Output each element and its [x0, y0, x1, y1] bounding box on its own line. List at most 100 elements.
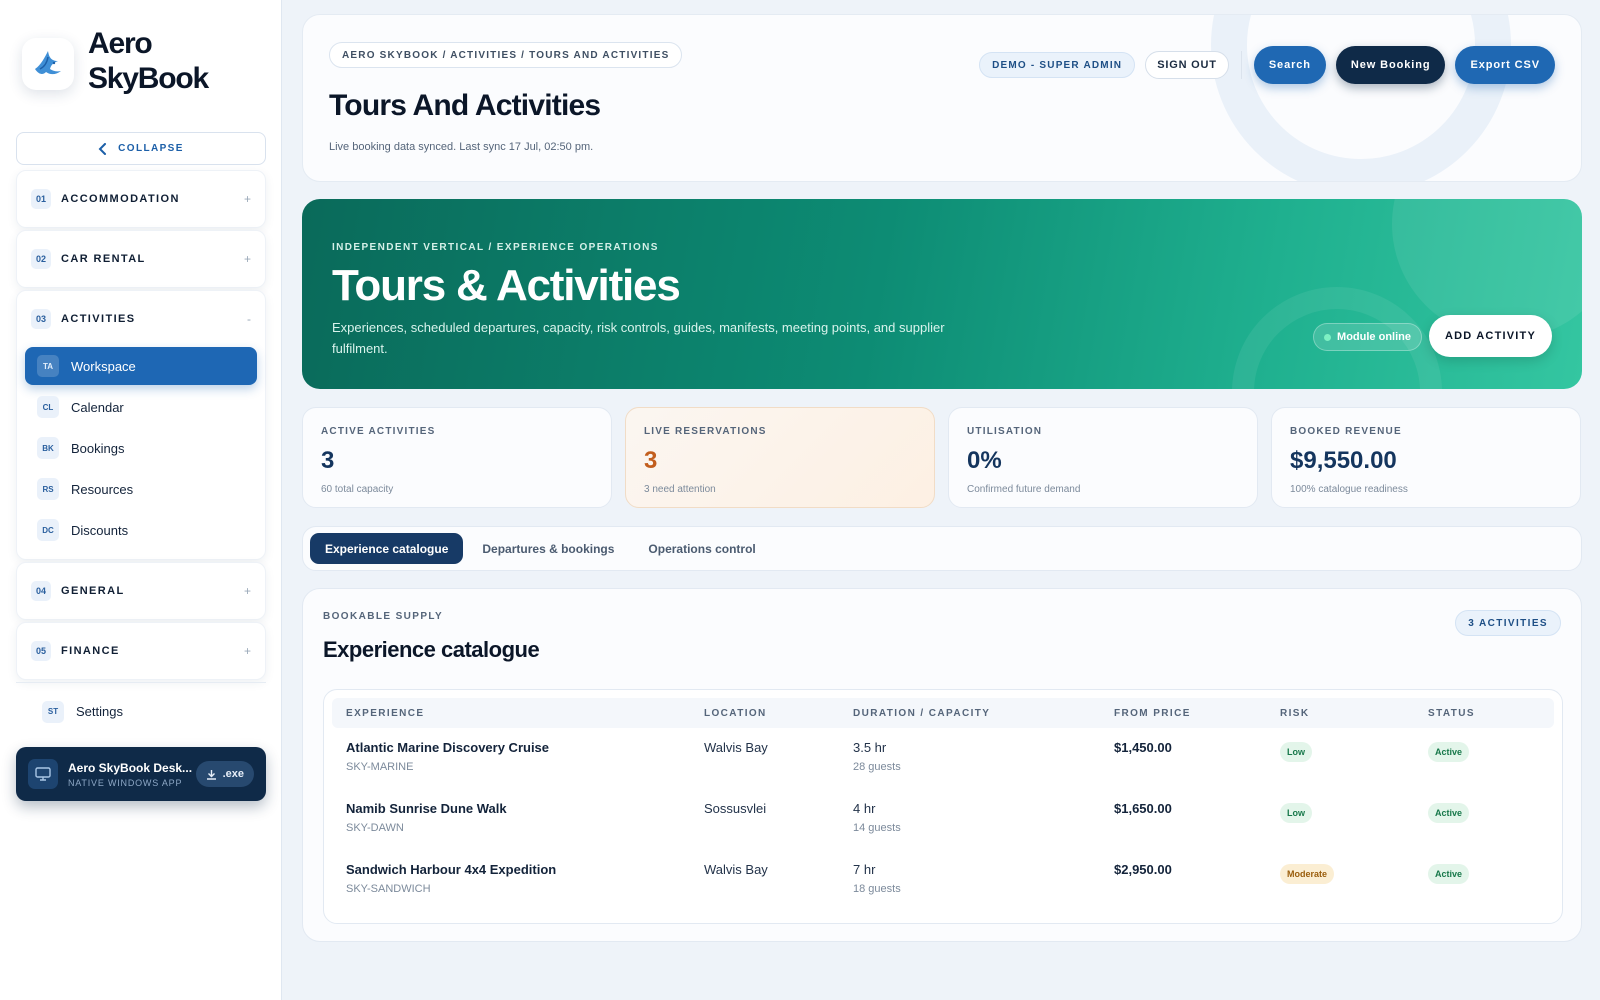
sync-status: Live booking data synced. Last sync 17 J…	[329, 141, 594, 153]
sidebar-item-settings[interactable]: ST Settings	[16, 682, 266, 740]
section-label: CAR RENTAL	[61, 253, 146, 265]
download-icon	[206, 769, 216, 780]
risk-badge: Low	[1280, 742, 1312, 762]
brand-logo-icon	[22, 38, 74, 90]
experience-name[interactable]: Sandwich Harbour 4x4 Expedition	[346, 862, 704, 877]
item-code: TA	[37, 355, 59, 377]
experience-name[interactable]: Atlantic Marine Discovery Cruise	[346, 740, 704, 755]
nav-section-accommodation[interactable]: 01 ACCOMMODATION +	[16, 170, 266, 228]
item-code: RS	[37, 478, 59, 500]
experience-code: SKY-DAWN	[346, 822, 404, 834]
column-header[interactable]: EXPERIENCE	[332, 708, 704, 719]
nav-section-general[interactable]: 04 GENERAL +	[16, 562, 266, 620]
stat-card-utilisation: UTILISATION 0% Confirmed future demand	[948, 407, 1258, 508]
status-badge: Active	[1428, 864, 1470, 884]
duration: 3.5 hr	[853, 740, 887, 755]
stat-subtext: 100% catalogue readiness	[1290, 484, 1408, 495]
expand-icon[interactable]: +	[244, 584, 251, 598]
stat-card-booked-revenue: BOOKED REVENUE $9,550.00 100% catalogue …	[1271, 407, 1581, 508]
section-number: 03	[31, 309, 51, 329]
stat-subtext: 3 need attention	[644, 484, 716, 495]
section-number: 04	[31, 581, 51, 601]
capacity: 28 guests	[853, 761, 901, 773]
stat-card-live-reservations: LIVE RESERVATIONS 3 3 need attention	[625, 407, 935, 508]
desktop-app-card: Aero SkyBook Desk... NATIVE WINDOWS APP …	[16, 747, 266, 801]
desktop-app-title: Aero SkyBook Desk...	[68, 760, 193, 775]
module-status-label: Module online	[1337, 331, 1411, 343]
table-row[interactable]: Atlantic Marine Discovery Cruise SKY-MAR…	[332, 728, 1554, 789]
hero-banner: INDEPENDENT VERTICAL / EXPERIENCE OPERAT…	[302, 199, 1582, 389]
status-badge: Active	[1428, 803, 1470, 823]
search-button[interactable]: Search	[1253, 46, 1326, 84]
collapse-button[interactable]: COLLAPSE	[16, 132, 266, 165]
from-price: $1,650.00	[1114, 801, 1172, 816]
hero-description: Experiences, scheduled departures, capac…	[332, 320, 945, 356]
section-label: FINANCE	[61, 645, 120, 657]
download-exe-button[interactable]: .exe	[195, 761, 254, 787]
sidebar-item-calendar[interactable]: CL Calendar	[25, 388, 257, 426]
location: Walvis Bay	[704, 740, 768, 755]
column-header[interactable]: DURATION / CAPACITY	[853, 708, 1114, 719]
sidebar-item-resources[interactable]: RS Resources	[25, 470, 257, 508]
section-label: ACCOMMODATION	[61, 193, 180, 205]
stat-label: ACTIVE ACTIVITIES	[321, 426, 436, 437]
new-booking-button[interactable]: New Booking	[1335, 46, 1446, 84]
stat-subtext: 60 total capacity	[321, 484, 394, 495]
item-code: CL	[37, 396, 59, 418]
sign-out-button[interactable]: SIGN OUT	[1145, 51, 1229, 79]
divider	[1240, 51, 1242, 79]
location: Walvis Bay	[704, 862, 768, 877]
item-label: Bookings	[71, 440, 125, 456]
collapse-label: COLLAPSE	[118, 143, 184, 154]
desktop-app-subtitle: NATIVE WINDOWS APP	[68, 777, 183, 788]
column-header[interactable]: RISK	[1280, 708, 1428, 719]
table-row[interactable]: Namib Sunrise Dune Walk SKY-DAWN Sossusv…	[332, 789, 1554, 850]
module-status-badge: Module online	[1313, 323, 1422, 351]
nav-section-car-rental[interactable]: 02 CAR RENTAL +	[16, 230, 266, 288]
nav-section-finance[interactable]: 05 FINANCE +	[16, 622, 266, 680]
monitor-icon	[28, 759, 58, 789]
capacity: 18 guests	[853, 883, 901, 895]
sidebar-item-workspace[interactable]: TA Workspace	[25, 347, 257, 385]
tab-operations-control[interactable]: Operations control	[633, 533, 770, 564]
sidebar-item-discounts[interactable]: DC Discounts	[25, 511, 257, 549]
status-badge: Active	[1428, 742, 1470, 762]
tab-departures-bookings[interactable]: Departures & bookings	[467, 533, 629, 564]
capacity: 14 guests	[853, 822, 901, 834]
sidebar-item-bookings[interactable]: BK Bookings	[25, 429, 257, 467]
stat-value: 3	[321, 447, 335, 474]
hero-title: Tours & Activities	[332, 261, 681, 310]
download-exe-label: .exe	[222, 768, 244, 780]
column-header[interactable]: STATUS	[1428, 708, 1548, 719]
stat-subtext: Confirmed future demand	[967, 484, 1081, 495]
location: Sossusvlei	[704, 801, 767, 816]
column-header[interactable]: LOCATION	[704, 708, 853, 719]
column-header[interactable]: FROM PRICE	[1114, 708, 1280, 719]
stat-label: LIVE RESERVATIONS	[644, 426, 767, 437]
breadcrumb[interactable]: AERO SKYBOOK / ACTIVITIES / TOURS AND AC…	[329, 42, 683, 68]
table-row[interactable]: Sandwich Harbour 4x4 Expedition SKY-SAND…	[332, 850, 1554, 911]
tab-experience-catalogue[interactable]: Experience catalogue	[310, 533, 464, 564]
section-title: Experience catalogue	[323, 637, 540, 662]
item-label: Workspace	[71, 358, 136, 374]
brand[interactable]: Aero SkyBook	[22, 26, 238, 96]
brand-name: Aero SkyBook	[88, 27, 209, 95]
nav-section-activities: 03 ACTIVITIES - TA Workspace CL Calendar…	[16, 290, 266, 560]
duration: 4 hr	[853, 801, 876, 816]
export-csv-button[interactable]: Export CSV	[1455, 46, 1555, 84]
table-header: EXPERIENCE LOCATION DURATION / CAPACITY …	[332, 698, 1554, 728]
collapse-section-icon[interactable]: -	[247, 312, 251, 326]
activity-count-badge: 3 ACTIVITIES	[1455, 610, 1561, 636]
stat-value: $9,550.00	[1290, 447, 1397, 474]
section-number: 05	[31, 641, 51, 661]
expand-icon[interactable]: +	[244, 644, 251, 658]
expand-icon[interactable]: +	[244, 192, 251, 206]
item-code: ST	[42, 700, 64, 723]
stat-card-active-activities: ACTIVE ACTIVITIES 3 60 total capacity	[302, 407, 612, 508]
risk-badge: Low	[1280, 803, 1312, 823]
add-activity-button[interactable]: ADD ACTIVITY	[1429, 315, 1552, 357]
experience-name[interactable]: Namib Sunrise Dune Walk	[346, 801, 704, 816]
header-decoration	[1211, 15, 1511, 181]
item-label: Settings	[76, 704, 123, 719]
expand-icon[interactable]: +	[244, 252, 251, 266]
